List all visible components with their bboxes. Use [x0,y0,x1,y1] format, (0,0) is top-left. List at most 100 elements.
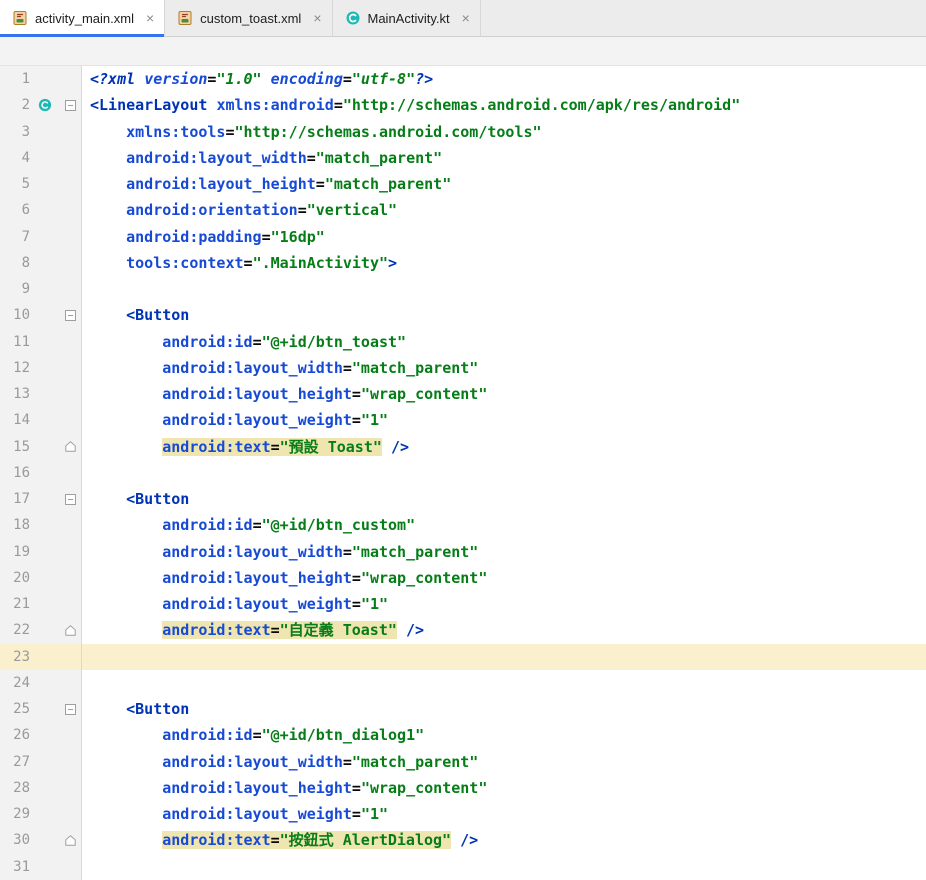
editor-line-12[interactable]: 12 android:layout_width="match_parent" [0,354,926,381]
tab-mainactivity-kt[interactable]: MainActivity.kt × [333,0,481,36]
editor-line-2[interactable]: 2 <LinearLayout xmlns:android="http://sch… [0,92,926,119]
tab-close-icon[interactable]: × [146,11,154,25]
code-line[interactable]: <LinearLayout xmlns:android="http://sche… [82,92,926,118]
editor-line-28[interactable]: 28 android:layout_height="wrap_content" [0,774,926,801]
line-number[interactable]: 27 [0,749,30,775]
related-class-icon[interactable] [37,97,53,113]
editor-line-5[interactable]: 5 android:layout_height="match_parent" [0,171,926,198]
code-line[interactable]: android:id="@+id/btn_custom" [82,512,926,538]
line-number[interactable]: 22 [0,617,30,643]
line-number[interactable]: 3 [0,119,30,145]
line-number[interactable]: 1 [0,66,30,92]
code-line[interactable]: <?xml version="1.0" encoding="utf-8"?> [82,66,926,92]
editor-line-14[interactable]: 14 android:layout_weight="1" [0,407,926,434]
code-line[interactable]: tools:context=".MainActivity"> [82,250,926,276]
line-number[interactable]: 19 [0,539,30,565]
code-line[interactable]: android:layout_height="wrap_content" [82,381,926,407]
fold-start-icon[interactable] [62,491,78,507]
fold-start-icon[interactable] [62,97,78,113]
line-number[interactable]: 5 [0,171,30,197]
fold-start-icon[interactable] [62,701,78,717]
code-line[interactable]: android:orientation="vertical" [82,197,926,223]
tab-close-icon[interactable]: × [462,11,470,25]
code-line[interactable]: android:layout_width="match_parent" [82,355,926,381]
editor-line-1[interactable]: 1 <?xml version="1.0" encoding="utf-8"?> [0,66,926,93]
tab-custom-toast-xml[interactable]: custom_toast.xml × [165,0,333,36]
line-number[interactable]: 17 [0,486,30,512]
line-number[interactable]: 9 [0,276,30,302]
tab-close-icon[interactable]: × [313,11,321,25]
line-number[interactable]: 13 [0,381,30,407]
code-line[interactable]: xmlns:tools="http://schemas.android.com/… [82,119,926,145]
code-line[interactable]: <Button [82,696,926,722]
line-number[interactable]: 31 [0,854,30,880]
editor-line-22[interactable]: 22 android:text="自定義 Toast" /> [0,617,926,644]
line-number[interactable]: 30 [0,827,30,853]
tab-activity-main-xml[interactable]: activity_main.xml × [0,0,166,37]
line-number[interactable]: 8 [0,250,30,276]
editor-line-16[interactable]: 16 [0,459,926,486]
editor-line-30[interactable]: 30 android:text="按鈕式 AlertDialog" /> [0,827,926,854]
editor-line-25[interactable]: 25 <Button [0,696,926,723]
editor-line-4[interactable]: 4 android:layout_width="match_parent" [0,144,926,171]
fold-end-icon[interactable] [62,622,78,638]
editor-line-20[interactable]: 20 android:layout_height="wrap_content" [0,564,926,591]
line-number[interactable]: 11 [0,329,30,355]
line-number[interactable]: 10 [0,302,30,328]
editor-line-6[interactable]: 6 android:orientation="vertical" [0,197,926,224]
editor-line-13[interactable]: 13 android:layout_height="wrap_content" [0,381,926,408]
code-line[interactable]: android:layout_weight="1" [82,801,926,827]
code-line[interactable]: android:layout_width="match_parent" [82,749,926,775]
editor-line-3[interactable]: 3 xmlns:tools="http://schemas.android.co… [0,118,926,145]
editor-line-26[interactable]: 26 android:id="@+id/btn_dialog1" [0,722,926,749]
line-number[interactable]: 18 [0,512,30,538]
fold-start-icon[interactable] [62,307,78,323]
code-line[interactable]: android:text="預設 Toast" /> [82,434,926,460]
editor-line-18[interactable]: 18 android:id="@+id/btn_custom" [0,512,926,539]
code-line[interactable]: android:layout_weight="1" [82,407,926,433]
fold-end-icon[interactable] [62,832,78,848]
line-number[interactable]: 6 [0,197,30,223]
line-number[interactable]: 2 [0,92,30,118]
code-line[interactable] [82,643,926,670]
editor-line-24[interactable]: 24 [0,669,926,696]
editor-line-31[interactable]: 31 [0,853,926,880]
line-number[interactable]: 20 [0,565,30,591]
code-line[interactable]: android:layout_height="wrap_content" [82,565,926,591]
editor-line-9[interactable]: 9 [0,276,926,303]
editor-line-17[interactable]: 17 <Button [0,486,926,513]
code-line[interactable]: android:layout_width="match_parent" [82,145,926,171]
editor[interactable]: 1 <?xml version="1.0" encoding="utf-8"?> 2… [0,66,926,880]
code-line[interactable]: android:padding="16dp" [82,224,926,250]
editor-line-15[interactable]: 15 android:text="預設 Toast" /> [0,433,926,460]
editor-line-23[interactable]: 23 [0,643,926,670]
fold-end-icon[interactable] [62,439,78,455]
line-number[interactable]: 16 [0,460,30,486]
code-line[interactable]: android:layout_height="match_parent" [82,171,926,197]
code-line[interactable] [82,276,926,302]
line-number[interactable]: 26 [0,722,30,748]
line-number[interactable]: 23 [0,644,30,670]
code-line[interactable] [82,670,926,696]
editor-line-11[interactable]: 11 android:id="@+id/btn_toast" [0,328,926,355]
editor-line-29[interactable]: 29 android:layout_weight="1" [0,801,926,828]
code-line[interactable]: android:id="@+id/btn_dialog1" [82,722,926,748]
code-line[interactable]: android:layout_weight="1" [82,591,926,617]
line-number[interactable]: 15 [0,434,30,460]
line-number[interactable]: 4 [0,145,30,171]
code-line[interactable]: android:layout_width="match_parent" [82,539,926,565]
line-number[interactable]: 21 [0,591,30,617]
code-line[interactable]: android:text="按鈕式 AlertDialog" /> [82,827,926,853]
code-line[interactable]: <Button [82,486,926,512]
editor-line-27[interactable]: 27 android:layout_width="match_parent" [0,748,926,775]
code-line[interactable]: android:id="@+id/btn_toast" [82,329,926,355]
line-number[interactable]: 12 [0,355,30,381]
line-number[interactable]: 28 [0,775,30,801]
code-line[interactable]: <Button [82,302,926,328]
editor-line-19[interactable]: 19 android:layout_width="match_parent" [0,538,926,565]
line-number[interactable]: 14 [0,407,30,433]
editor-line-21[interactable]: 21 android:layout_weight="1" [0,591,926,618]
code-line[interactable]: android:layout_height="wrap_content" [82,775,926,801]
editor-line-7[interactable]: 7 android:padding="16dp" [0,223,926,250]
code-line[interactable]: android:text="自定義 Toast" /> [82,617,926,643]
